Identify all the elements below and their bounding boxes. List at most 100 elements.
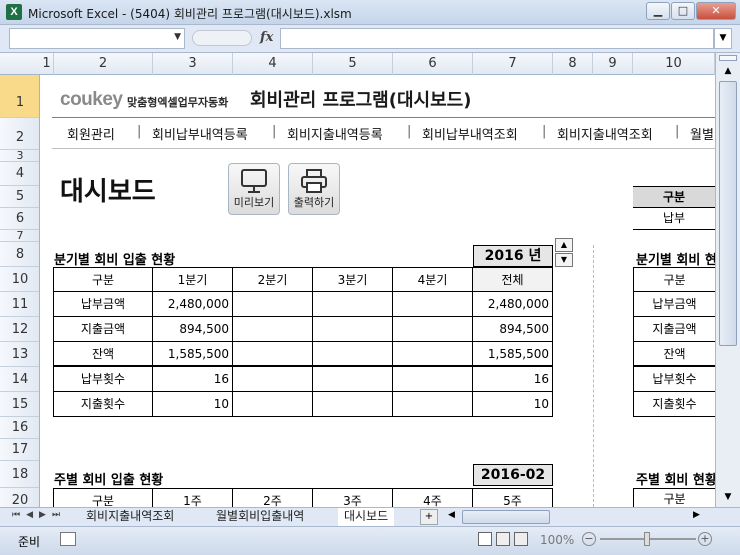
row-header[interactable]: 15 [0, 392, 39, 417]
tab-monthly-io[interactable]: 월별회비입출내역 [210, 508, 310, 526]
table-header-cell[interactable]: 5주 [473, 488, 553, 507]
print-button[interactable]: 출력하기 [288, 163, 340, 215]
tab-dashboard[interactable]: 대시보드 [338, 508, 395, 526]
table-header-cell[interactable]: 4주 [393, 488, 473, 507]
preview-button[interactable]: 미리보기 [228, 163, 280, 215]
table-header-cell[interactable]: 구분 [53, 488, 153, 507]
zoom-slider-thumb[interactable] [644, 532, 650, 546]
table-header-cell[interactable]: 1분기 [153, 267, 233, 292]
worksheet[interactable]: coukey 맞춤형엑셀업무자동화 회비관리 프로그램(대시보드) 회원관리 |… [40, 75, 715, 507]
row-header[interactable]: 8 [0, 242, 39, 267]
chevron-down-icon[interactable]: ▼ [174, 32, 181, 42]
table-cell[interactable]: 894,500 [473, 317, 553, 342]
row-header[interactable]: 14 [0, 367, 39, 392]
row-header[interactable]: 13 [0, 342, 39, 367]
column-header[interactable]: 10 [633, 53, 715, 75]
column-header[interactable]: 8 [553, 53, 593, 75]
table-cell[interactable]: 894,500 [153, 317, 233, 342]
table-cell[interactable] [233, 342, 313, 367]
macro-record-icon[interactable] [60, 532, 76, 546]
zoom-level[interactable]: 100% [540, 533, 574, 547]
table-cell[interactable]: 10 [473, 392, 553, 417]
tab-expense-lookup[interactable]: 회비지출내역조회 [80, 508, 180, 526]
row-header[interactable]: 10 [0, 267, 39, 292]
page-break-view-icon[interactable] [514, 532, 528, 546]
table-cell[interactable]: 16 [153, 367, 233, 392]
row-label-cell[interactable]: 지출횟수 [633, 392, 715, 417]
table-cell[interactable] [233, 317, 313, 342]
row-label-cell[interactable]: 잔액 [633, 342, 715, 367]
table-cell[interactable] [393, 392, 473, 417]
maximize-button[interactable]: □ [671, 2, 695, 20]
row-label-cell[interactable]: 지출횟수 [53, 392, 153, 417]
row-header[interactable]: 17 [0, 439, 39, 461]
table-cell[interactable] [233, 292, 313, 317]
split-box[interactable] [719, 55, 737, 61]
expand-formula-bar-button[interactable]: ▼ [714, 28, 732, 49]
table-cell[interactable] [393, 317, 473, 342]
row-label-cell[interactable]: 납부금액 [53, 292, 153, 317]
nav-item-members[interactable]: 회원관리 [67, 124, 115, 143]
row-label-cell[interactable]: 납부횟수 [53, 367, 153, 392]
table-cell[interactable] [233, 367, 313, 392]
table-cell[interactable] [313, 292, 393, 317]
table-header-cell[interactable]: 3주 [313, 488, 393, 507]
year-down-button[interactable]: ▼ [555, 253, 573, 267]
insert-sheet-icon[interactable]: + [420, 509, 438, 525]
close-button[interactable]: ✕ [696, 2, 736, 20]
excel-app-icon[interactable]: X [6, 4, 22, 20]
formula-splitter[interactable] [192, 30, 252, 46]
column-header[interactable]: 6 [393, 53, 473, 75]
month-selector[interactable]: 2016-02 [473, 464, 553, 486]
column-header[interactable]: 9 [593, 53, 633, 75]
table-header-cell[interactable]: 3분기 [313, 267, 393, 292]
table-cell[interactable] [393, 367, 473, 392]
year-up-button[interactable]: ▲ [555, 238, 573, 252]
row-header[interactable]: 6 [0, 208, 39, 230]
table-cell[interactable] [313, 317, 393, 342]
table-cell[interactable] [313, 392, 393, 417]
table-header-cell[interactable]: 구분 [53, 267, 153, 292]
column-header[interactable]: 1 [40, 53, 54, 75]
row-label-cell[interactable]: 잔액 [53, 342, 153, 367]
row-label-cell[interactable]: 지출금액 [633, 317, 715, 342]
table-cell[interactable]: 2,480,000 [153, 292, 233, 317]
row-header[interactable]: 7 [0, 230, 39, 242]
formula-input[interactable] [280, 28, 714, 49]
row-header[interactable]: 4 [0, 162, 39, 186]
row-header[interactable]: 18 [0, 461, 39, 488]
table-cell[interactable]: 2,480,000 [473, 292, 553, 317]
page-layout-view-icon[interactable] [496, 532, 510, 546]
table-header-cell[interactable]: 4분기 [393, 267, 473, 292]
row-header[interactable]: 16 [0, 417, 39, 439]
normal-view-icon[interactable] [478, 532, 492, 546]
scroll-down-arrow-icon[interactable]: ▼ [719, 489, 737, 505]
nav-item-expense-entry[interactable]: 회비지출내역등록 [287, 124, 383, 143]
horizontal-scroll-thumb[interactable] [462, 510, 550, 524]
table-header-cell[interactable]: 2주 [233, 488, 313, 507]
nav-item-expense-lookup[interactable]: 회비지출내역조회 [557, 124, 653, 143]
column-header[interactable]: 2 [54, 53, 153, 75]
table-cell[interactable]: 10 [153, 392, 233, 417]
column-header[interactable]: 4 [233, 53, 313, 75]
row-header[interactable]: 5 [0, 186, 39, 208]
tab-navigation-arrows-icon[interactable]: ⏮◀▶⏭ [12, 510, 66, 520]
row-label-cell[interactable]: 지출금액 [53, 317, 153, 342]
table-cell[interactable] [313, 367, 393, 392]
table-header-cell[interactable]: 1주 [153, 488, 233, 507]
row-header[interactable]: 1 [0, 75, 39, 118]
table-cell[interactable] [393, 292, 473, 317]
row-header[interactable]: 2 [0, 118, 39, 150]
column-header[interactable]: 5 [313, 53, 393, 75]
minimize-button[interactable]: ▁ [646, 2, 670, 20]
row-header[interactable]: 12 [0, 317, 39, 342]
nav-item-payment-entry[interactable]: 회비납부내역등록 [152, 124, 248, 143]
table-cell[interactable] [313, 342, 393, 367]
table-cell[interactable]: 1,585,500 [153, 342, 233, 367]
vertical-scrollbar[interactable]: ▲ ▼ [715, 53, 740, 507]
table-cell[interactable]: 16 [473, 367, 553, 392]
zoom-in-icon[interactable]: + [698, 532, 712, 546]
table-header-cell[interactable]: 2분기 [233, 267, 313, 292]
name-box[interactable]: ▼ [9, 28, 185, 49]
nav-item-payment-lookup[interactable]: 회비납부내역조회 [422, 124, 518, 143]
